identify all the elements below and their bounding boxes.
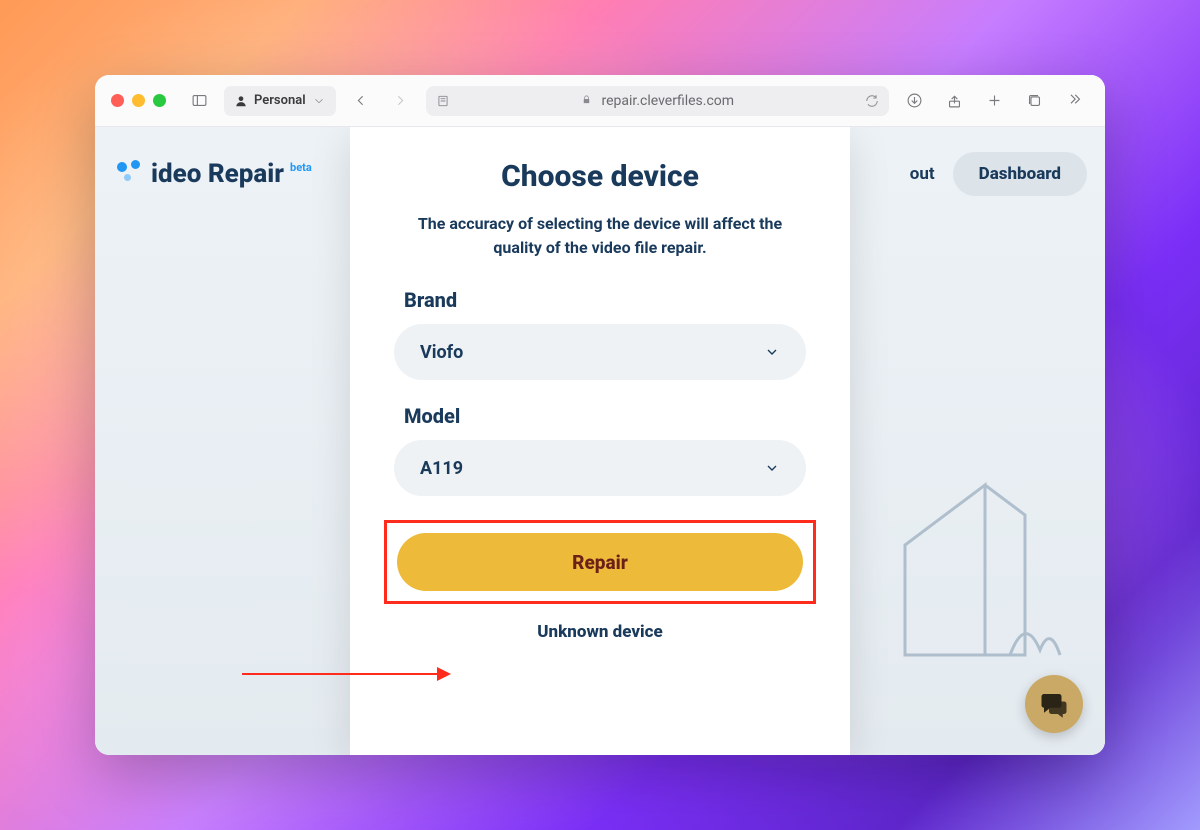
brand-label: Brand bbox=[404, 288, 806, 312]
share-icon[interactable] bbox=[939, 87, 969, 115]
forward-button[interactable] bbox=[386, 87, 416, 115]
new-tab-icon[interactable] bbox=[979, 87, 1009, 115]
brand-select[interactable]: Viofo bbox=[394, 324, 806, 380]
address-bar[interactable]: repair.cleverfiles.com bbox=[426, 86, 889, 116]
close-window-button[interactable] bbox=[111, 94, 124, 107]
choose-device-modal: Choose device The accuracy of selecting … bbox=[350, 127, 850, 755]
app-logo[interactable]: ideo Repair beta bbox=[113, 159, 312, 189]
logo-icon bbox=[113, 160, 147, 188]
reader-icon[interactable] bbox=[436, 94, 450, 108]
chevron-down-icon bbox=[764, 460, 780, 476]
window-controls bbox=[111, 94, 166, 107]
page-content: ideo Repair beta out Dashboard Choose de… bbox=[95, 127, 1105, 755]
nav-about-link[interactable]: out bbox=[910, 164, 935, 184]
url-text: repair.cleverfiles.com bbox=[602, 93, 735, 109]
back-button[interactable] bbox=[346, 87, 376, 115]
overflow-icon[interactable] bbox=[1059, 87, 1089, 115]
logo-text: ideo Repair bbox=[151, 159, 284, 189]
annotation-highlight-box: Repair bbox=[384, 520, 816, 604]
modal-title: Choose device bbox=[394, 159, 806, 194]
beta-tag: beta bbox=[290, 161, 312, 174]
dashboard-button[interactable]: Dashboard bbox=[953, 152, 1087, 196]
profile-selector[interactable]: Personal bbox=[224, 86, 336, 116]
decorative-illustration bbox=[865, 455, 1065, 695]
model-select[interactable]: A119 bbox=[394, 440, 806, 496]
chat-widget-button[interactable] bbox=[1025, 675, 1083, 733]
downloads-icon[interactable] bbox=[899, 87, 929, 115]
annotation-arrow bbox=[242, 667, 451, 681]
browser-window: Personal repair.cleverfiles.com ideo Rep… bbox=[95, 75, 1105, 755]
person-icon bbox=[234, 94, 248, 108]
unknown-device-link[interactable]: Unknown device bbox=[394, 622, 806, 642]
chat-icon bbox=[1039, 689, 1069, 719]
chevron-down-icon bbox=[764, 344, 780, 360]
model-value: A119 bbox=[420, 458, 463, 479]
chevron-down-icon bbox=[312, 94, 326, 108]
tabs-icon[interactable] bbox=[1019, 87, 1049, 115]
model-label: Model bbox=[404, 404, 806, 428]
sidebar-toggle-icon[interactable] bbox=[184, 87, 214, 115]
reload-icon[interactable] bbox=[865, 94, 879, 108]
repair-button[interactable]: Repair bbox=[397, 533, 803, 591]
lock-icon bbox=[581, 93, 592, 109]
minimize-window-button[interactable] bbox=[132, 94, 145, 107]
modal-subtitle: The accuracy of selecting the device wil… bbox=[394, 212, 806, 260]
brand-value: Viofo bbox=[420, 342, 463, 363]
header-nav: out Dashboard bbox=[910, 152, 1087, 196]
maximize-window-button[interactable] bbox=[153, 94, 166, 107]
browser-toolbar: Personal repair.cleverfiles.com bbox=[95, 75, 1105, 127]
profile-label: Personal bbox=[254, 93, 306, 108]
